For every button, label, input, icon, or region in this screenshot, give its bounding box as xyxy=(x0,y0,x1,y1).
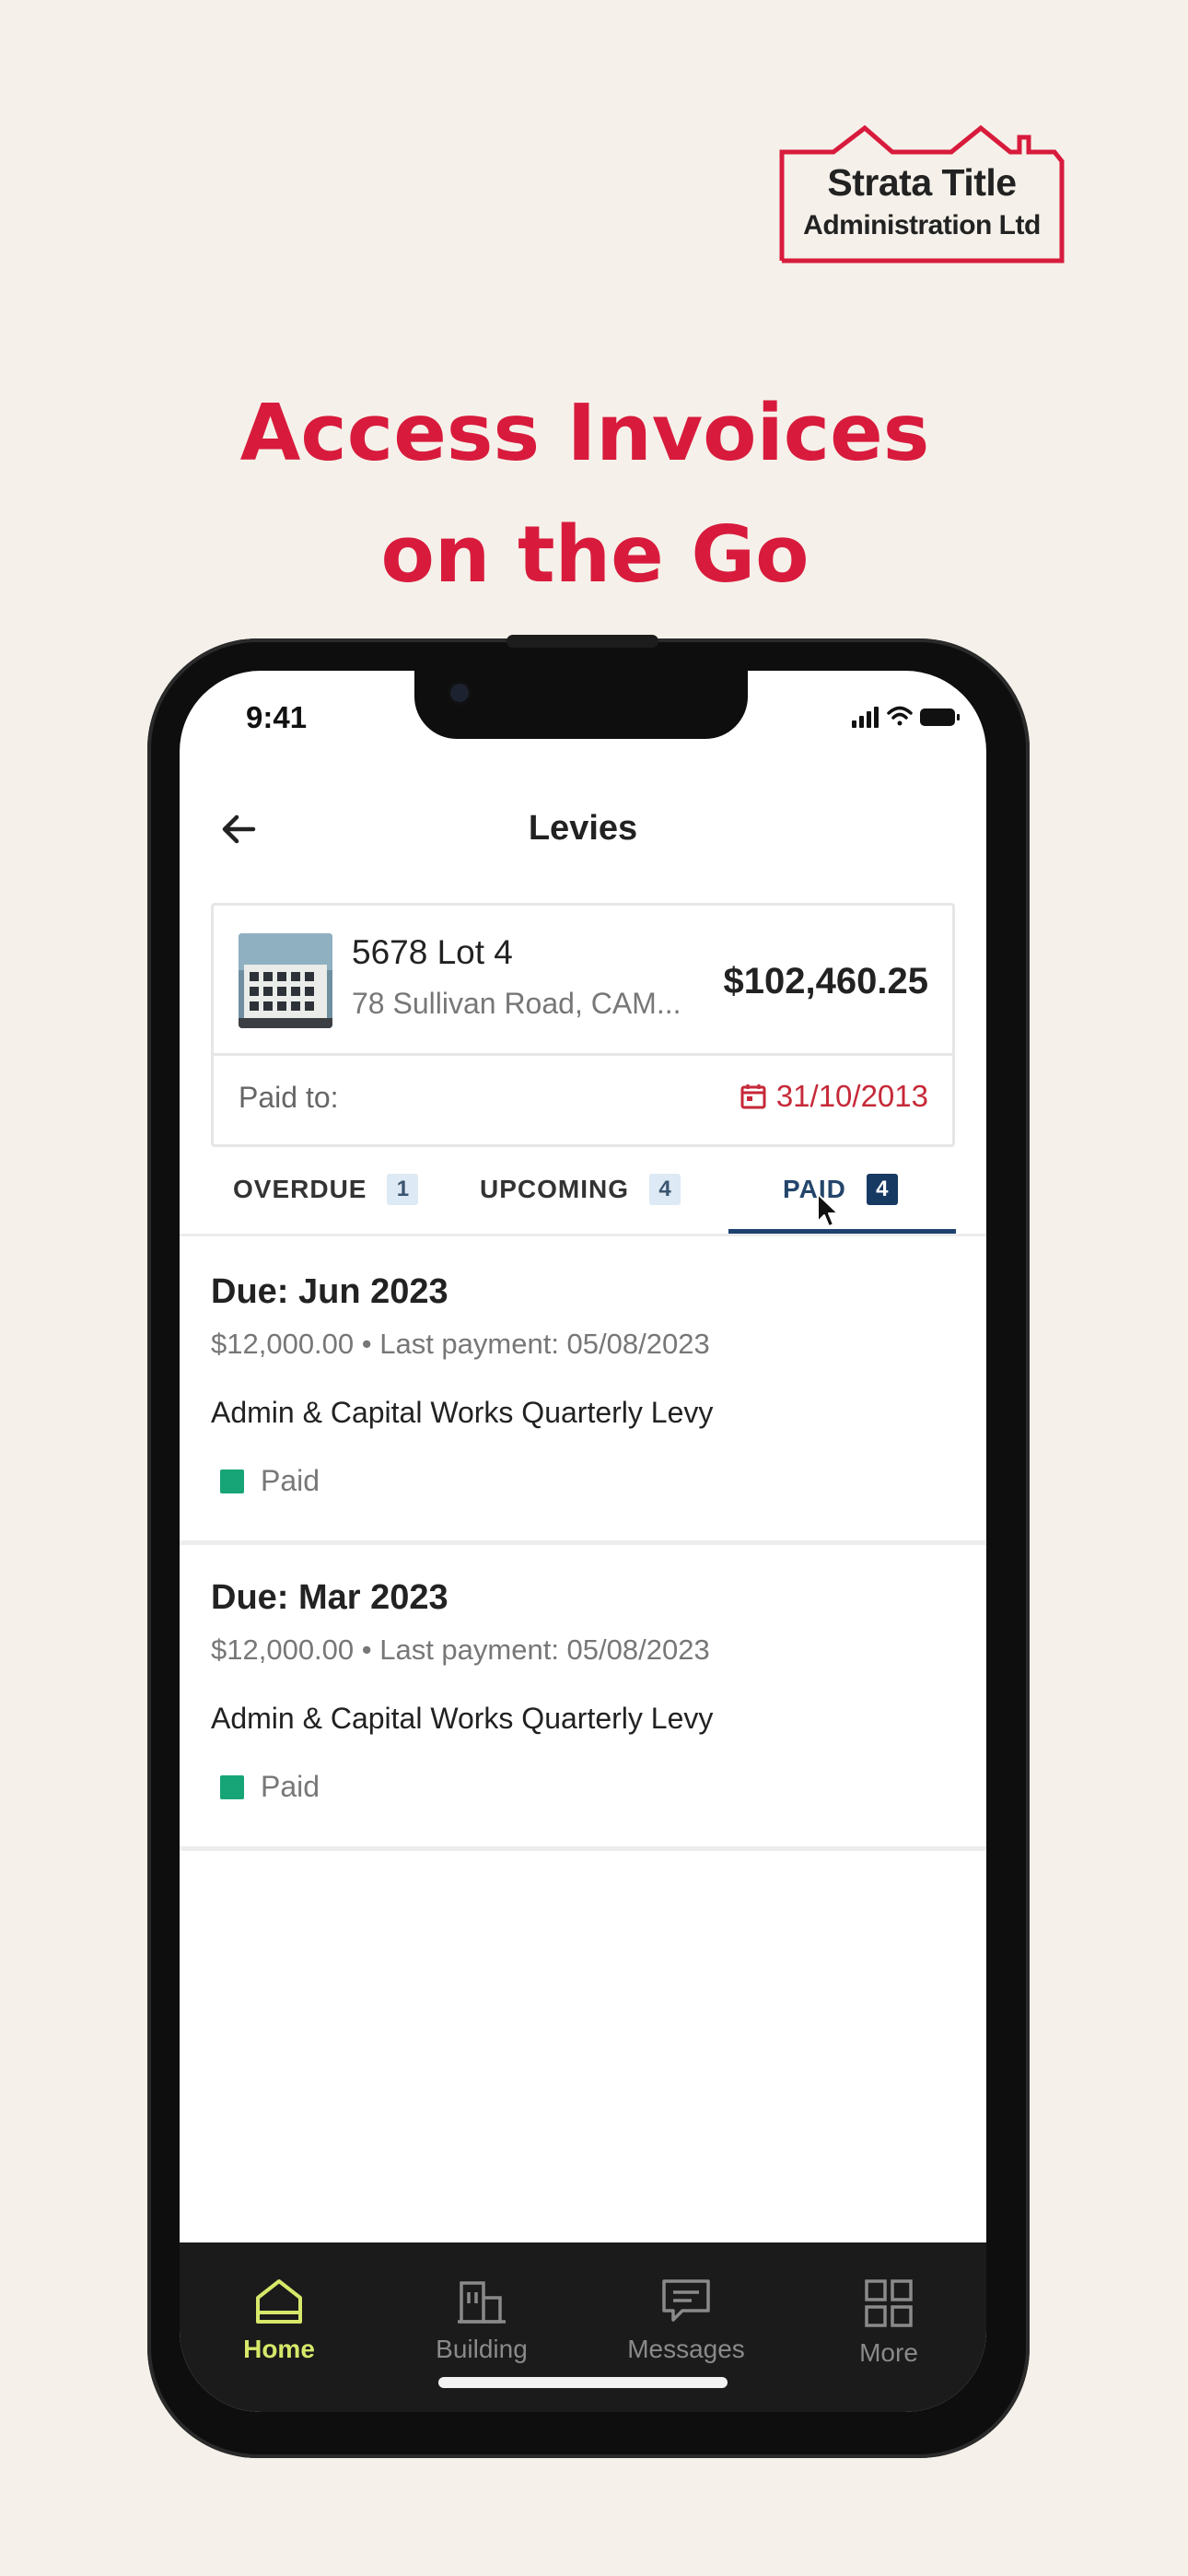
property-balance: $102,460.25 xyxy=(723,961,928,1001)
nav-more-label: More xyxy=(859,2338,918,2367)
nav-building-label: Building xyxy=(436,2335,528,2363)
calendar-icon xyxy=(740,1084,766,1109)
signal-icon xyxy=(852,707,879,728)
status-paid-icon xyxy=(220,1469,244,1493)
headline-line1: Access Invoices xyxy=(239,388,930,479)
messages-icon xyxy=(662,2279,710,2322)
levy-status-text: Paid xyxy=(261,1770,320,1803)
home-icon xyxy=(256,2279,302,2324)
nav-messages-label: Messages xyxy=(627,2335,745,2363)
phone-notch xyxy=(414,671,748,739)
tab-upcoming[interactable]: UPCOMING 4 xyxy=(480,1174,681,1205)
headline-line2: on the Go xyxy=(380,509,809,601)
promo-headline: Access Invoices on the Go xyxy=(0,373,1188,616)
tab-paid-count: 4 xyxy=(866,1174,898,1205)
nav-home[interactable]: Home xyxy=(196,2277,362,2364)
brand-logo: Strata Title Administration Ltd xyxy=(778,124,1066,267)
levy-amount-payment: $12,000.00 • Last payment: 05/08/2023 xyxy=(211,1633,710,1666)
nav-messages[interactable]: Messages xyxy=(603,2277,769,2364)
property-lot: 5678 Lot 4 xyxy=(352,933,513,971)
home-indicator xyxy=(438,2377,728,2388)
nav-more[interactable]: More xyxy=(806,2277,972,2368)
levy-status: Paid xyxy=(220,1770,320,1804)
battery-icon xyxy=(920,708,960,726)
levy-amount-payment: $12,000.00 • Last payment: 05/08/2023 xyxy=(211,1328,710,1360)
wifi-icon xyxy=(887,706,913,726)
levy-status: Paid xyxy=(220,1464,320,1498)
property-address: 78 Sullivan Road, CAM... xyxy=(352,987,681,1020)
app-screen: 9:41 Levies 5678 Lot 4 78 Sullivan Road,… xyxy=(180,671,986,2412)
brand-name-line2: Administration Ltd xyxy=(803,210,1041,240)
tab-overdue-label: OVERDUE xyxy=(233,1175,367,1203)
camera-icon xyxy=(448,681,472,705)
grid-icon xyxy=(865,2279,913,2327)
tab-overdue-count: 1 xyxy=(387,1174,419,1205)
mouse-cursor-icon xyxy=(817,1193,839,1227)
paid-to-label: Paid to: xyxy=(239,1081,339,1114)
nav-home-label: Home xyxy=(243,2335,315,2363)
paid-to-date-text: 31/10/2013 xyxy=(775,1079,928,1113)
active-tab-indicator xyxy=(728,1229,956,1234)
paid-to-date: 31/10/2013 xyxy=(740,1079,928,1114)
levy-item[interactable]: Due: Jun 2023 $12,000.00 • Last payment:… xyxy=(180,1239,986,1545)
levy-due-date: Due: Jun 2023 xyxy=(211,1272,448,1311)
levy-description: Admin & Capital Works Quarterly Levy xyxy=(211,1702,714,1735)
page-title: Levies xyxy=(528,809,638,848)
status-time: 9:41 xyxy=(246,700,308,734)
property-card[interactable]: 5678 Lot 4 78 Sullivan Road, CAM... $102… xyxy=(211,903,955,1147)
building-icon xyxy=(458,2281,506,2324)
levy-tabs: OVERDUE 1 UPCOMING 4 PAID 4 xyxy=(180,1161,986,1236)
tab-overdue[interactable]: OVERDUE 1 xyxy=(233,1174,419,1205)
nav-building[interactable]: Building xyxy=(399,2277,565,2364)
brand-name-line1: Strata Title xyxy=(827,161,1017,204)
card-divider xyxy=(214,1053,952,1056)
status-icons xyxy=(852,706,960,728)
property-thumbnail xyxy=(239,933,332,1028)
phone-frame: 9:41 Levies 5678 Lot 4 78 Sullivan Road,… xyxy=(147,635,1030,2458)
levy-item[interactable]: Due: Mar 2023 $12,000.00 • Last payment:… xyxy=(180,1545,986,1851)
tab-upcoming-label: UPCOMING xyxy=(480,1175,629,1203)
phone-speaker xyxy=(507,635,658,648)
tab-upcoming-count: 4 xyxy=(649,1174,681,1205)
levy-description: Admin & Capital Works Quarterly Levy xyxy=(211,1396,714,1429)
status-paid-icon xyxy=(220,1774,244,1799)
levy-due-date: Due: Mar 2023 xyxy=(211,1578,448,1617)
levy-status-text: Paid xyxy=(261,1464,320,1497)
